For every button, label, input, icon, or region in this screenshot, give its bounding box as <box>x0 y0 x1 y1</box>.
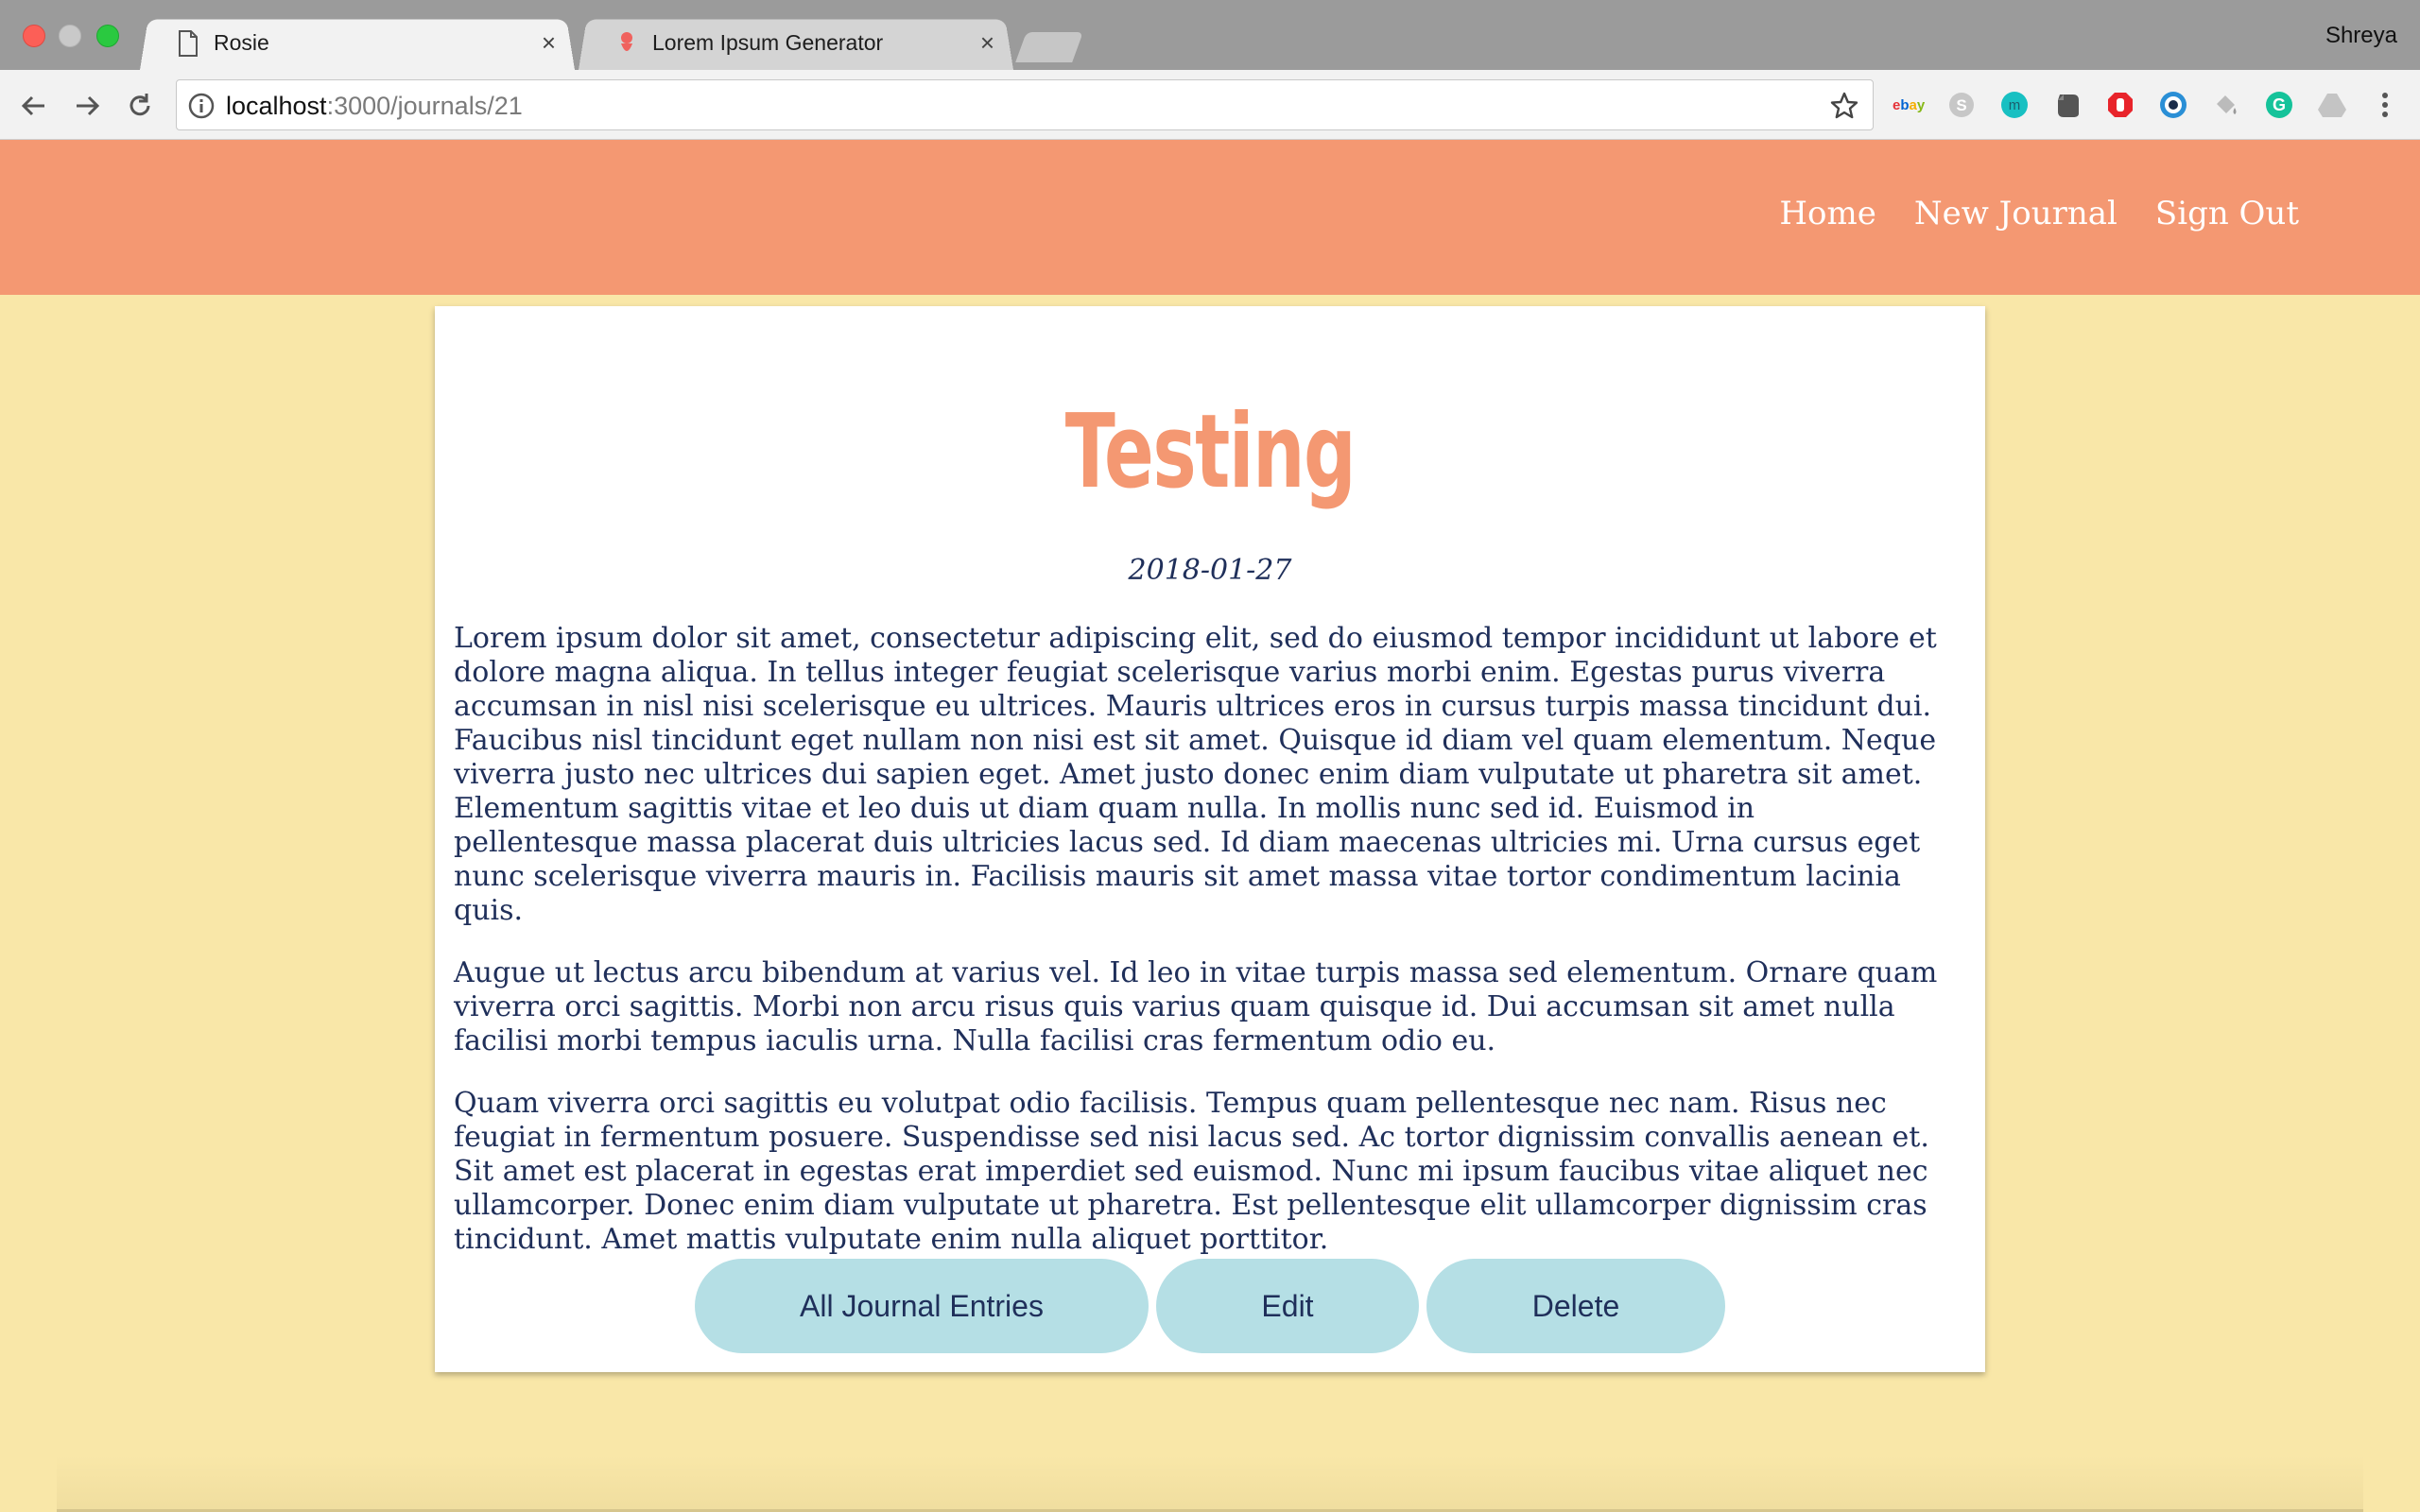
edit-button[interactable]: Edit <box>1156 1259 1419 1353</box>
forward-arrow-icon <box>77 95 100 116</box>
back-button[interactable] <box>15 87 53 125</box>
site-header: Home New Journal Sign Out <box>0 140 2420 295</box>
url-host: localhost <box>226 92 327 120</box>
tab-title: Lorem Ipsum Generator <box>652 30 884 55</box>
journal-paragraph: Quam viverra orci sagittis eu volutpat o… <box>454 1087 1929 1256</box>
tab-lorem-ipsum[interactable]: Lorem Ipsum Generator × <box>579 17 1013 71</box>
site-nav: Home New Journal Sign Out <box>1779 195 2299 232</box>
nav-sign-out-link[interactable]: Sign Out <box>2155 195 2299 232</box>
reload-button[interactable] <box>121 87 159 125</box>
delete-button[interactable]: Delete <box>1426 1259 1725 1353</box>
minimize-window-button[interactable] <box>59 25 81 47</box>
url-path: :3000/journals/21 <box>326 92 523 120</box>
maximize-window-button[interactable] <box>96 25 119 47</box>
nav-home-link[interactable]: Home <box>1779 195 1876 232</box>
journal-title: Testing <box>1064 393 1357 511</box>
grammarly-icon[interactable]: G <box>2263 89 2295 121</box>
svg-text:ebay: ebay <box>1893 97 1925 113</box>
ebay-icon[interactable]: ebay <box>1893 89 1925 121</box>
journal-actions: All Journal Entries Edit Delete <box>435 1259 1985 1353</box>
adblock-icon[interactable] <box>2104 89 2136 121</box>
address-bar[interactable]: localhost:3000/journals/21 <box>176 79 1874 130</box>
svg-text:m: m <box>2009 97 2021 113</box>
svg-text:G: G <box>2273 95 2286 114</box>
skype-icon[interactable]: S <box>1945 89 1978 121</box>
tab-title: Rosie <box>214 30 269 55</box>
journal-date: 2018-01-27 <box>1128 554 1292 587</box>
profile-name[interactable]: Shreya <box>2325 23 2397 49</box>
reload-icon <box>130 94 150 116</box>
close-window-button[interactable] <box>23 25 45 47</box>
evernote-icon[interactable] <box>2051 89 2083 121</box>
m-icon[interactable]: m <box>1998 89 2031 121</box>
browser-toolbar: localhost:3000/journals/21 ebay S m G <box>0 70 2420 140</box>
close-tab-icon[interactable]: × <box>542 28 556 58</box>
lorem-ipsum-favicon <box>621 32 632 51</box>
forward-button[interactable] <box>68 87 106 125</box>
browser-titlebar: Rosie × Lorem Ipsum Generator × Shreya <box>0 0 2420 71</box>
url-text: localhost:3000/journals/21 <box>226 92 523 121</box>
journal-body: Lorem ipsum dolor sit amet, consectetur … <box>454 622 1945 1285</box>
journal-paragraph: Augue ut lectus arcu bibendum at varius … <box>454 956 1938 1057</box>
drive-icon[interactable] <box>2316 89 2348 121</box>
page-footer-shadow <box>57 1455 2363 1512</box>
paint-bucket-icon[interactable] <box>2210 89 2242 121</box>
bookmark-star-icon[interactable] <box>1829 91 1859 121</box>
nav-new-journal-link[interactable]: New Journal <box>1914 195 2118 232</box>
journal-card: Testing 2018-01-27 Lorem ipsum dolor sit… <box>435 306 1985 1372</box>
journal-paragraph: Lorem ipsum dolor sit amet, consectetur … <box>454 622 1937 927</box>
close-tab-icon[interactable]: × <box>980 28 994 58</box>
back-arrow-icon <box>21 95 44 116</box>
all-journal-entries-button[interactable]: All Journal Entries <box>695 1259 1149 1353</box>
document-icon <box>179 30 198 57</box>
menu-kebab-icon[interactable] <box>2369 89 2401 121</box>
new-tab-button[interactable] <box>1015 32 1083 62</box>
tab-rosie[interactable]: Rosie × <box>140 17 575 71</box>
eye-icon[interactable] <box>2157 89 2189 121</box>
svg-text:S: S <box>1956 96 1966 114</box>
info-icon[interactable] <box>188 93 215 119</box>
